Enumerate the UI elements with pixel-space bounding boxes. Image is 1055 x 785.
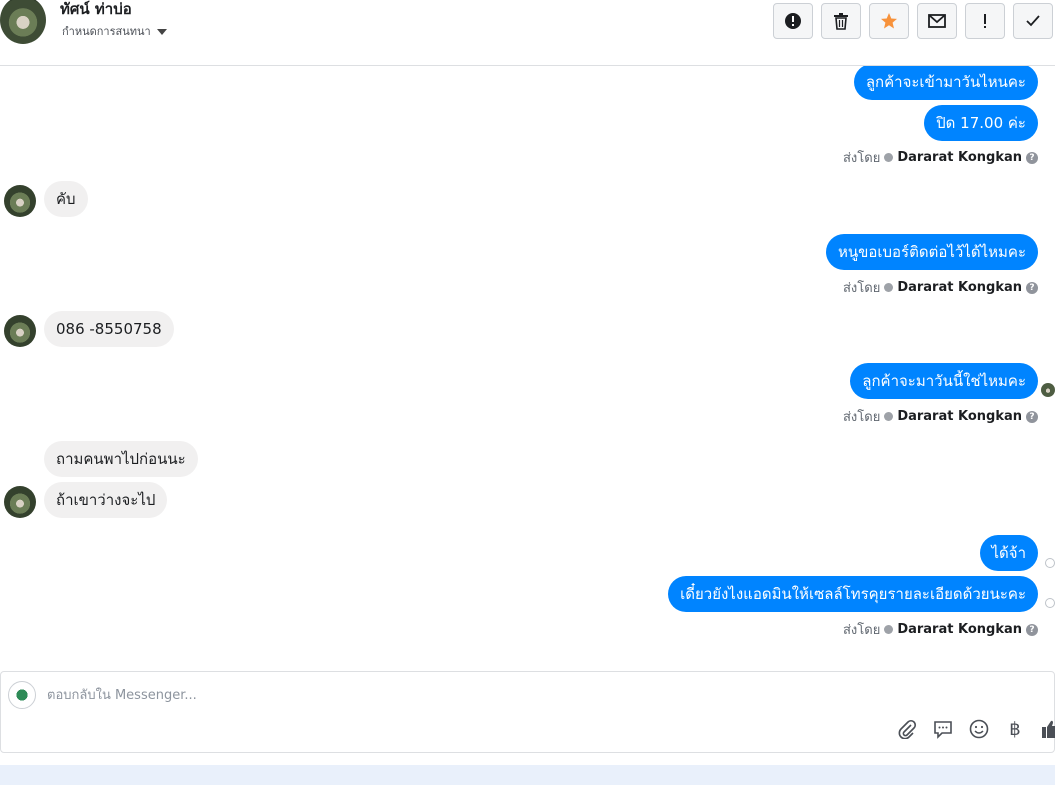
contact-message-avatar	[4, 185, 36, 217]
checkmark-icon	[1026, 15, 1040, 27]
sender-name: Dararat Kongkan	[897, 280, 1022, 295]
contact-name[interactable]: ทัศน์ ท่าบ่อ	[60, 0, 132, 21]
sent-by-info: ส่งโดย Dararat Kongkan ?	[843, 147, 1038, 168]
messenger-conversation: ทัศน์ ท่าบ่อ กำหนดการสนทนา ลูกค้าจะเข้าม…	[0, 0, 1055, 785]
page-dot-icon	[884, 625, 894, 634]
sender-name: Dararat Kongkan	[897, 150, 1022, 165]
baht-icon: ฿	[1009, 718, 1021, 740]
conversation-header: ทัศน์ ท่าบ่อ กำหนดการสนทนา	[0, 0, 1055, 66]
done-button[interactable]	[1013, 3, 1053, 39]
flag-button[interactable]	[965, 3, 1005, 39]
schedule-label: กำหนดการสนทนา	[62, 25, 151, 38]
message-incoming[interactable]: ถามคนพาไปก่อนนะ	[44, 441, 198, 477]
contact-message-avatar	[4, 486, 36, 518]
emoji-button[interactable]	[968, 718, 990, 740]
star-icon	[881, 13, 897, 29]
caret-down-icon	[156, 29, 167, 35]
chat-bubble-icon	[934, 721, 952, 739]
page-dot-icon	[884, 153, 894, 162]
payment-button[interactable]: ฿	[1004, 718, 1026, 740]
trash-icon	[834, 13, 848, 30]
seen-avatar	[1041, 383, 1055, 397]
help-icon[interactable]: ?	[1026, 151, 1038, 164]
page-dot-icon	[884, 412, 894, 421]
conversation-schedule-dropdown[interactable]: กำหนดการสนทนา	[62, 22, 167, 40]
alert-circle-icon	[785, 13, 801, 29]
help-icon[interactable]: ?	[1026, 623, 1038, 636]
sent-by-label: ส่งโดย	[842, 410, 881, 425]
bottom-panel-edge	[0, 765, 1055, 785]
header-toolbar	[773, 3, 1053, 39]
sent-by-info: ส่งโดย Dararat Kongkan ?	[843, 406, 1038, 427]
message-incoming[interactable]: คับ	[44, 181, 88, 217]
message-outgoing[interactable]: ลูกค้าจะเข้ามาวันไหนคะ	[853, 66, 1038, 100]
smiley-icon	[969, 719, 989, 739]
reply-input[interactable]	[47, 684, 847, 706]
paperclip-icon	[898, 719, 917, 739]
spam-button[interactable]	[773, 3, 813, 39]
message-outgoing[interactable]: เดี๋ยวยังไงแอดมินให้เซลล์โทรคุยรายละเอีย…	[668, 576, 1038, 612]
help-icon[interactable]: ?	[1026, 410, 1038, 423]
page-avatar	[8, 681, 36, 709]
message-thread[interactable]: ลูกค้าจะเข้ามาวันไหนคะ ปิด 17.00 ค่ะ ส่ง…	[0, 66, 1055, 670]
saved-replies-button[interactable]	[932, 718, 954, 740]
message-outgoing[interactable]: ปิด 17.00 ค่ะ	[924, 105, 1038, 141]
exclamation-icon	[984, 14, 986, 28]
sender-name: Dararat Kongkan	[897, 622, 1022, 637]
sent-status-icon	[1045, 558, 1055, 568]
message-outgoing[interactable]: ได้จ้า	[979, 535, 1038, 571]
composer-actions: ฿	[896, 718, 1055, 740]
help-icon[interactable]: ?	[1026, 281, 1038, 294]
message-outgoing[interactable]: หนูขอเบอร์ติดต่อไว้ได้ไหมคะ	[825, 234, 1038, 270]
sent-by-label: ส่งโดย	[842, 623, 881, 638]
sent-by-label: ส่งโดย	[842, 151, 881, 166]
envelope-icon	[928, 14, 946, 28]
message-incoming[interactable]: ถ้าเขาว่างจะไป	[44, 482, 168, 518]
contact-avatar[interactable]	[0, 0, 46, 44]
delete-button[interactable]	[821, 3, 861, 39]
reply-composer: ฿	[0, 671, 1055, 753]
page-dot-icon	[884, 283, 894, 292]
like-button[interactable]	[1040, 718, 1055, 740]
sender-name: Dararat Kongkan	[897, 409, 1022, 424]
message-outgoing[interactable]: ลูกค้าจะมาวันนี้ใช่ไหมคะ	[850, 363, 1038, 399]
thumbs-up-icon	[1042, 720, 1055, 738]
mark-unread-button[interactable]	[917, 3, 957, 39]
sent-by-info: ส่งโดย Dararat Kongkan ?	[843, 619, 1038, 640]
contact-message-avatar	[4, 315, 36, 347]
attach-button[interactable]	[896, 718, 918, 740]
sent-by-label: ส่งโดย	[842, 281, 881, 296]
message-incoming[interactable]: 086 -8550758	[44, 311, 174, 347]
star-button[interactable]	[869, 3, 909, 39]
sent-status-icon	[1045, 598, 1055, 608]
sent-by-info: ส่งโดย Dararat Kongkan ?	[843, 277, 1038, 298]
